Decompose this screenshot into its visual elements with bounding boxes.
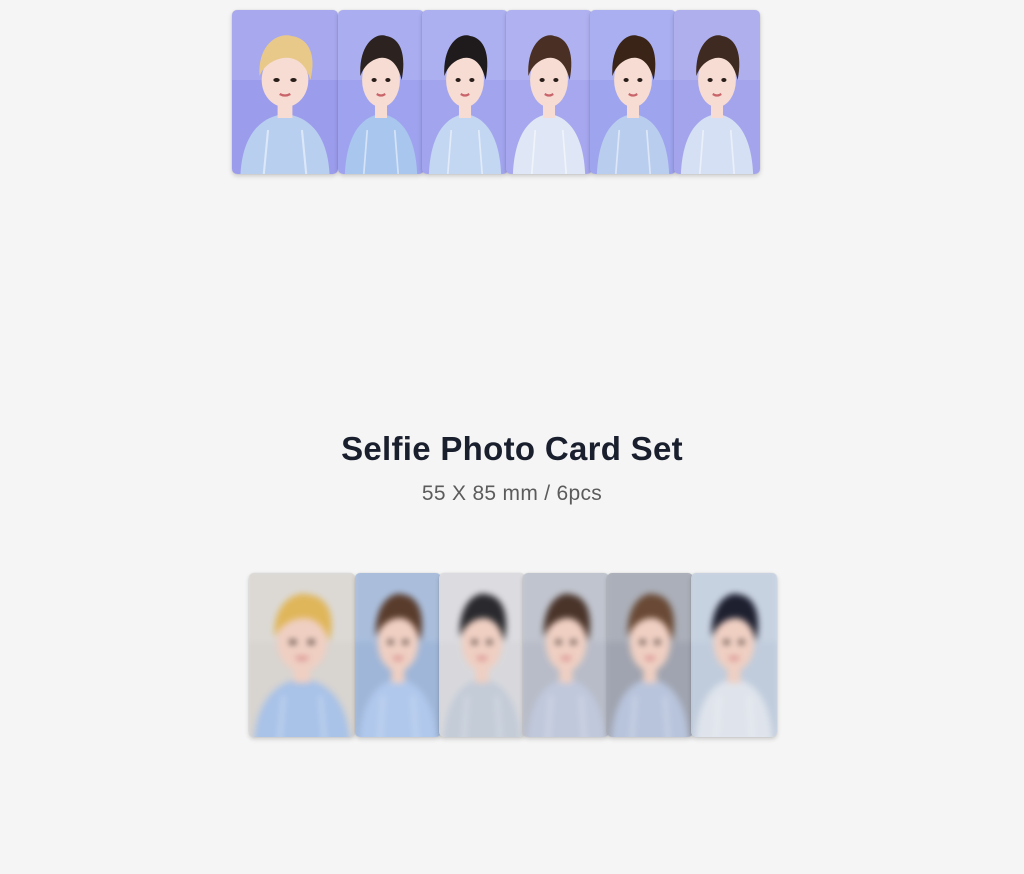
- selfie-card-1: [249, 573, 355, 737]
- photo-card-1: [232, 10, 338, 174]
- selfie-card-6: [691, 573, 777, 737]
- photo-card-4: [506, 10, 592, 174]
- photo-card-2: [338, 10, 424, 174]
- product-spec: 55 X 85 mm / 6pcs: [421, 482, 603, 505]
- product-title: Selfie Photo Card Set: [341, 430, 683, 467]
- selfie-card-strip-bottom: [249, 573, 777, 737]
- selfie-card-5: [607, 573, 693, 737]
- selfie-card-3: [439, 573, 525, 737]
- photo-card-3: [422, 10, 508, 174]
- photo-card-6: [674, 10, 760, 174]
- selfie-card-4: [523, 573, 609, 737]
- photo-card-strip-top: [232, 10, 760, 174]
- photo-card-5: [590, 10, 676, 174]
- selfie-card-2: [355, 573, 441, 737]
